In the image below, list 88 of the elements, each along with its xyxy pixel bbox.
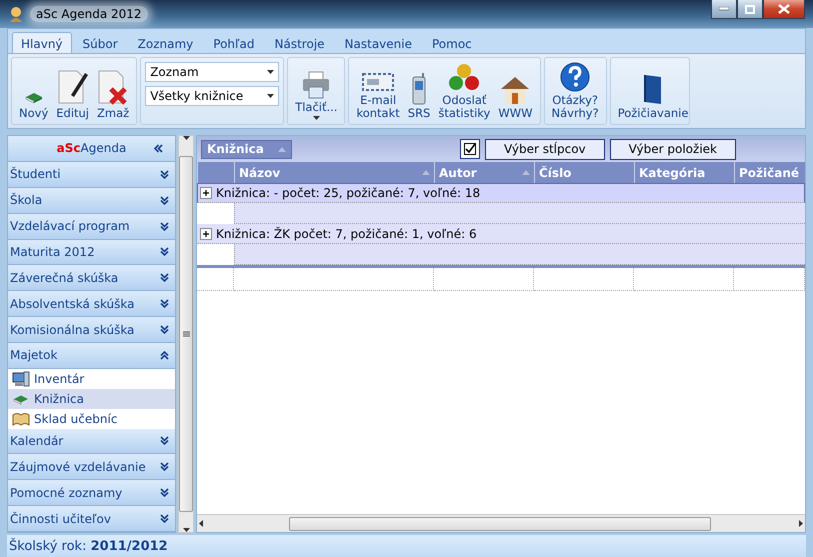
document-pen-icon [56, 69, 89, 105]
caret-icon [267, 94, 274, 98]
toolbar-button[interactable]: WWW [495, 60, 536, 122]
sidebar-title: aScAgenda [56, 141, 126, 156]
toolbar-button[interactable]: Edituj [53, 60, 92, 122]
sidebar-section[interactable]: Záujmové vzdelávanie [8, 454, 175, 480]
status-text: Školský rok: 2011/2012 [9, 538, 168, 554]
grid-button[interactable]: Výber položiek [610, 138, 736, 160]
toolbar-button[interactable]: Nový [16, 60, 52, 122]
sidebar-section[interactable]: Pomocné zoznamy [8, 480, 175, 506]
toolbar-button[interactable]: Odoslať štatistiky [435, 60, 494, 122]
chevron-down-icon [160, 196, 169, 205]
toolbar-button[interactable]: Zmaž [94, 60, 132, 122]
chevron-down-icon [160, 462, 169, 472]
house-icon [499, 75, 532, 105]
chevron-down-icon [160, 222, 169, 231]
plus-icon [202, 189, 210, 197]
horizontal-scrollbar[interactable] [197, 514, 805, 532]
sidebar-section[interactable]: Kalendár [8, 428, 175, 454]
toolbar-button[interactable]: E-mail kontakt [353, 60, 403, 122]
envelope-icon [362, 72, 394, 92]
collapse-icon[interactable] [154, 144, 163, 153]
group-row[interactable]: Knižnica: ŽK počet: 7, požičané: 1, voľné: 6 [197, 224, 805, 244]
group-row[interactable]: Knižnica: - počet: 25, požičané: 7, voľné: 18 [197, 183, 805, 203]
sidebar-section[interactable]: Vzdelávací program [8, 214, 175, 240]
phone-icon [412, 73, 426, 105]
group-label: Knižnica: - počet: 25, požičané: 7, voľné: 18 [216, 186, 480, 200]
maximize-icon [745, 4, 755, 14]
open-book-icon [12, 412, 30, 426]
sidebar-section[interactable]: Absolventská skúška [8, 291, 175, 318]
maximize-button[interactable] [737, 0, 763, 19]
sort-icon [422, 170, 430, 175]
scroll-right-icon [799, 520, 803, 527]
plus-icon [202, 230, 210, 238]
grip-icon [182, 331, 190, 337]
sidebar-section[interactable]: Majetok [8, 343, 175, 369]
sort-icon [278, 146, 286, 152]
close-icon [778, 4, 790, 14]
chevron-down-icon [160, 514, 169, 524]
chevron-down-icon [160, 170, 169, 179]
empty-cell [734, 268, 805, 291]
scroll-left-icon [199, 520, 203, 527]
help-icon [559, 62, 592, 92]
sort-icon [522, 170, 530, 175]
expand-button[interactable] [200, 187, 212, 199]
document-delete-icon [97, 69, 130, 105]
sidebar-section[interactable]: Činnosti učiteľov [8, 506, 175, 532]
chevron-down-icon [160, 299, 169, 308]
sidebar-item[interactable]: Knižnica [8, 388, 175, 409]
caret-icon [267, 70, 274, 74]
printer-icon [301, 71, 332, 99]
caret-icon [312, 116, 320, 120]
computer-icon [12, 370, 30, 387]
ribbon-tab[interactable]: Pomoc [422, 32, 481, 54]
balls-icon [448, 62, 480, 92]
book-icon [643, 73, 664, 105]
app-icon [8, 6, 24, 22]
ribbon-tab[interactable]: Súbor [74, 32, 127, 54]
minimize-button[interactable] [711, 0, 737, 19]
grid-button[interactable]: Výber stĺpcov [484, 138, 605, 160]
empty-cell [197, 268, 234, 291]
window-title: aSc Agenda 2012 [30, 6, 148, 22]
chevron-down-icon [160, 247, 169, 256]
expand-button[interactable] [200, 228, 212, 240]
dropdown[interactable]: Zoznam [145, 62, 280, 82]
ribbon-tab[interactable]: Nástroje [266, 32, 334, 54]
chevron-up-icon [160, 350, 169, 360]
sidebar-section[interactable]: Študenti [8, 162, 175, 188]
scrollbar[interactable] [178, 135, 194, 533]
sidebar-section[interactable]: Komisionálna skúška [8, 317, 175, 343]
group-label: Knižnica: ŽK počet: 7, požičané: 1, voľné: 6 [216, 227, 477, 241]
chevron-down-icon [160, 436, 169, 446]
dropdown[interactable]: Všetky knižnice [145, 86, 280, 106]
checkbox[interactable] [460, 139, 480, 159]
minimize-icon [719, 7, 729, 11]
chevron-down-icon [160, 325, 169, 334]
close-button[interactable] [763, 0, 805, 19]
sidebar-section[interactable]: Záverečná skúška [8, 265, 175, 292]
sidebar-section[interactable]: Maturita 2012 [8, 240, 175, 266]
ribbon-tab[interactable]: Zoznamy [128, 32, 202, 54]
chevron-down-icon [160, 273, 169, 282]
ribbon-tab[interactable]: Hlavný [12, 32, 72, 54]
chevron-down-icon [160, 488, 169, 498]
toolbar-button[interactable]: SRS [404, 60, 434, 122]
scroll-down-icon [182, 528, 190, 532]
ribbon-tab[interactable]: Pohľad [204, 32, 264, 54]
sidebar-section[interactable]: Škola [8, 188, 175, 214]
ribbon-tab[interactable]: Nastavenie [336, 32, 421, 54]
